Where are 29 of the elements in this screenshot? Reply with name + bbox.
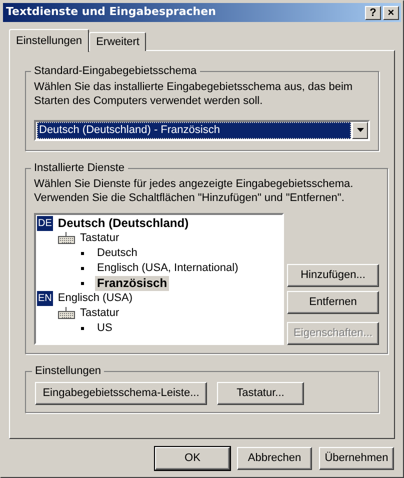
window-title: Textdienste und Eingabesprachen bbox=[6, 4, 216, 20]
tree-item[interactable]: Tastatur bbox=[78, 230, 122, 246]
service-button[interactable]: Entfernen bbox=[287, 290, 379, 314]
group-title: Einstellungen bbox=[34, 364, 102, 379]
tree-item[interactable]: US bbox=[95, 320, 114, 336]
dialog-button[interactable]: Abbrechen bbox=[237, 447, 312, 470]
dropdown-value: Deutsch (Deutschland) - Französisch bbox=[37, 122, 351, 138]
dialog-button[interactable]: Übernehmen bbox=[319, 447, 394, 470]
description-text: Wählen Sie das installierte Eingabegebietsschema aus, das beim Starten des Computers verwendet werden soll. bbox=[34, 80, 354, 108]
service-button[interactable]: Hinzufügen... bbox=[287, 264, 379, 286]
locale-dropdown[interactable]: Deutsch (Deutschland) - Französisch bbox=[34, 120, 370, 140]
tree-item[interactable]: Tastatur bbox=[78, 306, 122, 320]
language-badge: DE bbox=[37, 216, 53, 230]
group-title: Standard-Eingabegebietsschema bbox=[33, 64, 198, 79]
dialog-button[interactable]: OK bbox=[155, 447, 230, 470]
tab[interactable]: Einstellungen bbox=[9, 29, 90, 52]
language-badge: EN bbox=[37, 290, 53, 306]
tree-item[interactable]: Englisch (USA, International) bbox=[95, 260, 240, 276]
help-button[interactable]: ? bbox=[365, 6, 381, 20]
tab[interactable]: Erweitert bbox=[89, 32, 146, 51]
tree-item[interactable]: Deutsch bbox=[95, 246, 140, 260]
tree-item[interactable]: Deutsch (Deutschland) bbox=[56, 216, 191, 230]
settings-button[interactable]: Tastatur... bbox=[217, 382, 304, 404]
tree-item[interactable]: Englisch (USA) bbox=[56, 290, 134, 306]
close-button[interactable]: × bbox=[383, 6, 399, 20]
group-title: Installierte Dienste bbox=[33, 161, 126, 176]
tree-item[interactable]: Französisch bbox=[95, 276, 170, 290]
description-text: Wählen Sie Dienste für jedes angezeigte Eingabegebietsschema. Verwenden Sie die Schaltflächen "Hinzufügen" und "Entfernen". bbox=[34, 176, 354, 204]
settings-button[interactable]: Eingabegebietsschema-Leiste... bbox=[35, 382, 207, 404]
